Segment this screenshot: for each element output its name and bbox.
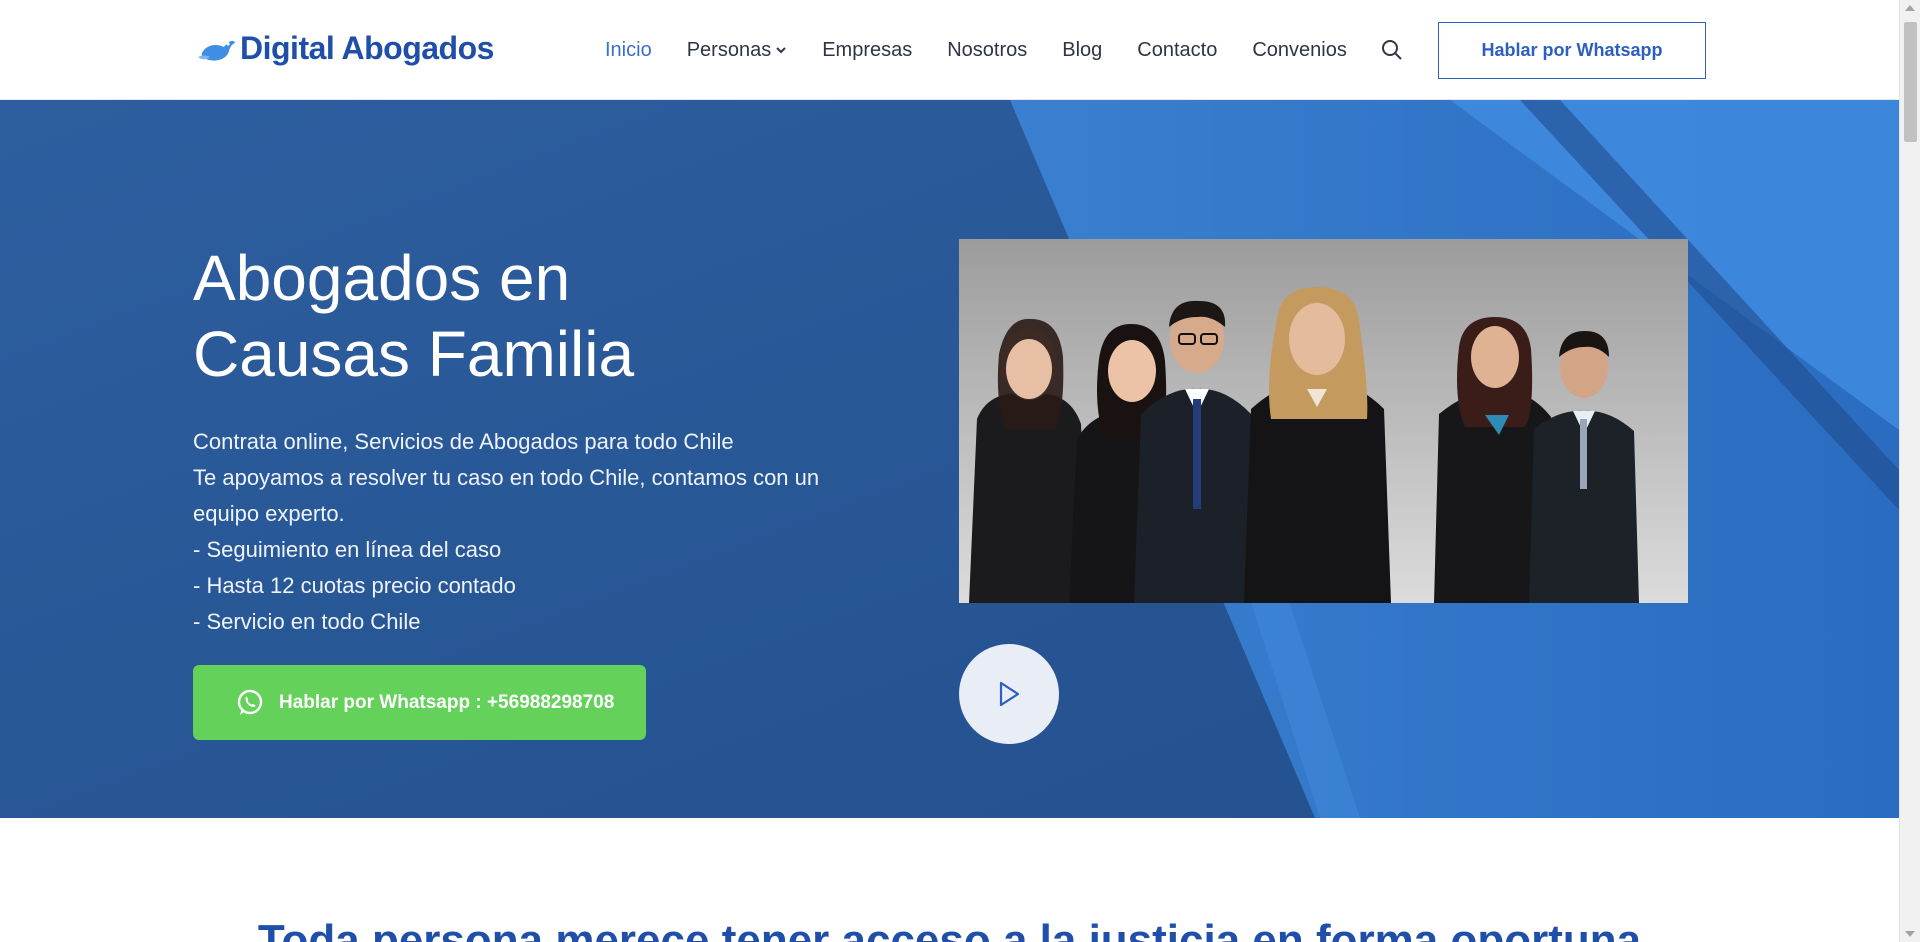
nav-label: Personas bbox=[686, 38, 772, 61]
hero-desc-line: Te apoyamos a resolver tu caso en todo C… bbox=[193, 465, 820, 490]
nav-label: Nosotros bbox=[947, 38, 1028, 61]
hero-desc-line: equipo experto. bbox=[193, 501, 345, 526]
whatsapp-header-button[interactable]: Hablar por Whatsapp bbox=[1438, 22, 1706, 79]
page-scrollbar[interactable] bbox=[1899, 0, 1920, 942]
whatsapp-icon bbox=[237, 689, 263, 715]
nav-item-blog[interactable]: Blog bbox=[1062, 39, 1102, 62]
hero-title: Abogados en Causas Familia bbox=[193, 240, 893, 392]
mission-section: Toda persona merece tener acceso a la ju… bbox=[0, 818, 1899, 942]
site-header: Digital Abogados Inicio Personas Empresa… bbox=[0, 0, 1899, 100]
play-icon bbox=[999, 681, 1020, 707]
logo-text: Digital Abogados bbox=[240, 30, 494, 66]
main-nav: Inicio Personas Empresas Nosotros Blog C… bbox=[605, 0, 1382, 100]
nav-label: Blog bbox=[1062, 38, 1103, 61]
nav-item-nosotros[interactable]: Nosotros bbox=[947, 39, 1027, 62]
hero-desc-line: - Servicio en todo Chile bbox=[193, 609, 421, 634]
hero-description: Contrata online, Servicios de Abogados p… bbox=[193, 424, 873, 640]
hero-desc-line: - Hasta 12 cuotas precio contado bbox=[193, 573, 516, 598]
nav-label: Empresas bbox=[822, 38, 913, 61]
hero-title-line: Causas Familia bbox=[193, 318, 635, 390]
nav-label: Contacto bbox=[1137, 38, 1218, 61]
hero-title-line: Abogados en bbox=[193, 242, 571, 314]
whatsapp-hero-button[interactable]: Hablar por Whatsapp : +56988298708 bbox=[193, 665, 646, 740]
nav-item-personas[interactable]: Personas bbox=[687, 39, 788, 62]
section-title: Toda persona merece tener acceso a la ju… bbox=[257, 916, 1642, 942]
scrollbar-thumb[interactable] bbox=[1904, 22, 1917, 142]
nav-item-contacto[interactable]: Contacto bbox=[1137, 39, 1217, 62]
nav-item-empresas[interactable]: Empresas bbox=[822, 39, 912, 62]
hero-section: Abogados en Causas Familia Contrata onli… bbox=[0, 100, 1899, 818]
scroll-down-arrow-icon[interactable] bbox=[1905, 931, 1915, 937]
chevron-down-icon bbox=[776, 47, 786, 54]
site-logo[interactable]: Digital Abogados bbox=[196, 30, 494, 67]
page: Digital Abogados Inicio Personas Empresa… bbox=[0, 0, 1920, 942]
team-photo bbox=[959, 239, 1688, 603]
hero-desc-line: - Seguimiento en línea del caso bbox=[193, 537, 502, 562]
whatsapp-hero-label: Hablar por Whatsapp : +56988298708 bbox=[279, 691, 615, 713]
nav-label: Convenios bbox=[1252, 38, 1347, 61]
nav-item-convenios[interactable]: Convenios bbox=[1252, 39, 1347, 62]
logo-bird-icon bbox=[198, 40, 235, 61]
search-icon[interactable] bbox=[1380, 38, 1404, 62]
team-photo-illustration bbox=[959, 239, 1688, 603]
hero-desc-line: Contrata online, Servicios de Abogados p… bbox=[193, 429, 734, 454]
scroll-up-arrow-icon[interactable] bbox=[1905, 5, 1915, 11]
play-video-button[interactable] bbox=[959, 644, 1059, 744]
nav-item-inicio[interactable]: Inicio bbox=[605, 39, 652, 62]
nav-label: Inicio bbox=[605, 38, 652, 61]
